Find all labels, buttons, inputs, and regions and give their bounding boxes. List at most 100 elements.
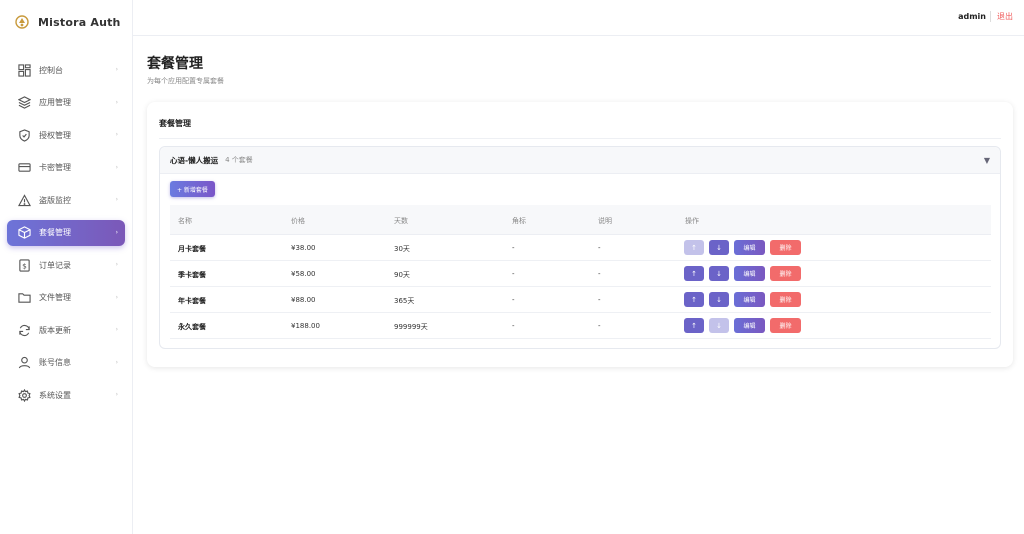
warning-icon — [18, 193, 31, 206]
add-plan-button[interactable]: + 新增套餐 — [170, 181, 215, 197]
plan-price: ¥188.00 — [291, 322, 320, 330]
table-row: 月卡套餐 ¥38.00 30天 - - ↑ ↓ 编辑 删除 — [170, 235, 991, 261]
sidebar-item-updates[interactable]: 版本更新 › — [7, 317, 125, 343]
chevron-right-icon: › — [115, 391, 118, 398]
table-row: 季卡套餐 ¥58.00 90天 - - ↑ ↓ 编辑 删除 — [170, 261, 991, 287]
plan-price: ¥38.00 — [291, 244, 316, 252]
edit-button[interactable]: 编辑 — [734, 318, 765, 333]
sidebar-item-account[interactable]: 账号信息 › — [7, 350, 125, 376]
move-down-button[interactable]: ↓ — [709, 292, 729, 307]
caret-down-icon[interactable]: ▼ — [984, 156, 990, 165]
move-up-button[interactable]: ↑ — [684, 292, 704, 307]
sidebar-item-settings[interactable]: 系统设置 › — [7, 382, 125, 408]
group-app-name: 心语-懒人搬运 — [170, 155, 219, 165]
chevron-right-icon: › — [115, 163, 118, 171]
plan-name: 永久套餐 — [178, 323, 206, 331]
plan-desc: - — [598, 296, 601, 304]
move-down-button[interactable]: ↓ — [709, 266, 729, 281]
plan-days: 30天 — [394, 245, 410, 253]
sidebar-item-label: 订单记录 — [39, 260, 71, 270]
move-up-button[interactable]: ↑ — [684, 240, 704, 255]
app-plan-group: 心语-懒人搬运 4 个套餐 ▼ + 新增套餐 名称 价格 天数 角标 说明 操作… — [159, 146, 1001, 349]
move-up-button[interactable]: ↑ — [684, 318, 704, 333]
page-title: 套餐管理 — [147, 56, 203, 72]
column-header: 说明 — [598, 217, 612, 225]
sidebar-item-license[interactable]: 授权管理 › — [7, 122, 125, 148]
sidebar-item-piracy[interactable]: 盗版监控 › — [7, 187, 125, 213]
row-actions: ↑ ↓ 编辑 删除 — [684, 292, 806, 307]
plan-desc: - — [598, 270, 601, 278]
table-row: 年卡套餐 ¥88.00 365天 - - ↑ ↓ 编辑 删除 — [170, 287, 991, 313]
chevron-right-icon: › — [115, 66, 118, 73]
group-header[interactable]: 心语-懒人搬运 4 个套餐 ▼ — [160, 147, 1000, 174]
plan-days: 999999天 — [394, 323, 428, 331]
row-actions: ↑ ↓ 编辑 删除 — [684, 318, 806, 333]
chevron-right-icon: › — [115, 261, 118, 268]
logo-icon — [15, 15, 29, 29]
sidebar-item-label: 文件管理 — [39, 293, 71, 302]
shield-icon — [19, 128, 30, 142]
sidebar-item-label: 授权管理 — [39, 130, 71, 140]
sidebar-item-label: 盗版监控 — [39, 195, 71, 205]
group-plan-count: 4 个套餐 — [225, 156, 253, 164]
card-icon — [18, 163, 31, 172]
page-subtitle: 为每个应用配置专属套餐 — [147, 77, 224, 85]
move-down-button[interactable]: ↓ — [709, 318, 729, 333]
sidebar: Mistora Auth 控制台 › 应用管理 › 授权管理 › 卡密管理 › … — [0, 0, 133, 534]
move-down-button[interactable]: ↓ — [709, 240, 729, 255]
plan-badge: - — [512, 270, 515, 278]
edit-button[interactable]: 编辑 — [734, 240, 765, 255]
layers-icon — [18, 96, 31, 109]
divider — [159, 138, 1001, 139]
dashboard-icon — [18, 63, 31, 77]
chevron-right-icon: › — [115, 131, 118, 138]
app-title: Mistora Auth — [38, 15, 121, 29]
sidebar-item-label: 账号信息 — [39, 358, 71, 367]
plan-price: ¥58.00 — [291, 270, 316, 278]
logout-link[interactable]: 退出 — [990, 11, 1013, 22]
delete-button[interactable]: 删除 — [770, 318, 801, 333]
plan-days: 90天 — [394, 271, 410, 279]
row-actions: ↑ ↓ 编辑 删除 — [684, 240, 806, 255]
user-icon — [18, 356, 31, 369]
sidebar-item-label: 系统设置 — [39, 390, 71, 400]
column-header: 天数 — [394, 217, 408, 225]
sidebar-item-label: 应用管理 — [39, 98, 71, 107]
row-actions: ↑ ↓ 编辑 删除 — [684, 266, 806, 281]
column-header: 角标 — [512, 217, 526, 225]
column-header: 名称 — [178, 217, 192, 225]
plan-name: 季卡套餐 — [178, 271, 206, 279]
plan-price: ¥88.00 — [291, 296, 316, 304]
app-logo[interactable]: Mistora Auth — [14, 12, 121, 32]
sidebar-nav: 控制台 › 应用管理 › 授权管理 › 卡密管理 › 盗版监控 › 套餐管理 › — [7, 57, 125, 415]
sidebar-item-dashboard[interactable]: 控制台 › — [7, 57, 125, 83]
sidebar-item-orders[interactable]: $ 订单记录 › — [7, 252, 125, 278]
sidebar-item-files[interactable]: 文件管理 › — [7, 285, 125, 311]
move-up-button[interactable]: ↑ — [684, 266, 704, 281]
plan-badge: - — [512, 296, 515, 304]
svg-text:$: $ — [22, 261, 27, 270]
username[interactable]: admin — [958, 12, 986, 21]
edit-button[interactable]: 编辑 — [734, 292, 765, 307]
delete-button[interactable]: 删除 — [770, 266, 801, 281]
delete-button[interactable]: 删除 — [770, 292, 801, 307]
card-title: 套餐管理 — [159, 119, 191, 128]
plan-name: 月卡套餐 — [178, 245, 206, 253]
sidebar-item-apps[interactable]: 应用管理 › — [7, 90, 125, 116]
chevron-right-icon: › — [115, 293, 118, 301]
plan-desc: - — [598, 322, 601, 330]
column-header: 价格 — [291, 217, 305, 225]
gear-icon — [18, 388, 31, 402]
edit-button[interactable]: 编辑 — [734, 266, 765, 281]
plan-badge: - — [512, 244, 515, 252]
sidebar-item-plans[interactable]: 套餐管理 › — [7, 219, 125, 246]
sidebar-item-label: 卡密管理 — [39, 163, 71, 172]
delete-button[interactable]: 删除 — [770, 240, 801, 255]
sidebar-item-cards[interactable]: 卡密管理 › — [7, 155, 125, 181]
folder-icon — [18, 293, 31, 303]
plan-badge: - — [512, 322, 515, 330]
chevron-right-icon: › — [115, 326, 118, 333]
sidebar-item-label: 版本更新 — [39, 325, 71, 335]
refresh-icon — [19, 324, 30, 336]
chevron-right-icon: › — [115, 228, 118, 236]
